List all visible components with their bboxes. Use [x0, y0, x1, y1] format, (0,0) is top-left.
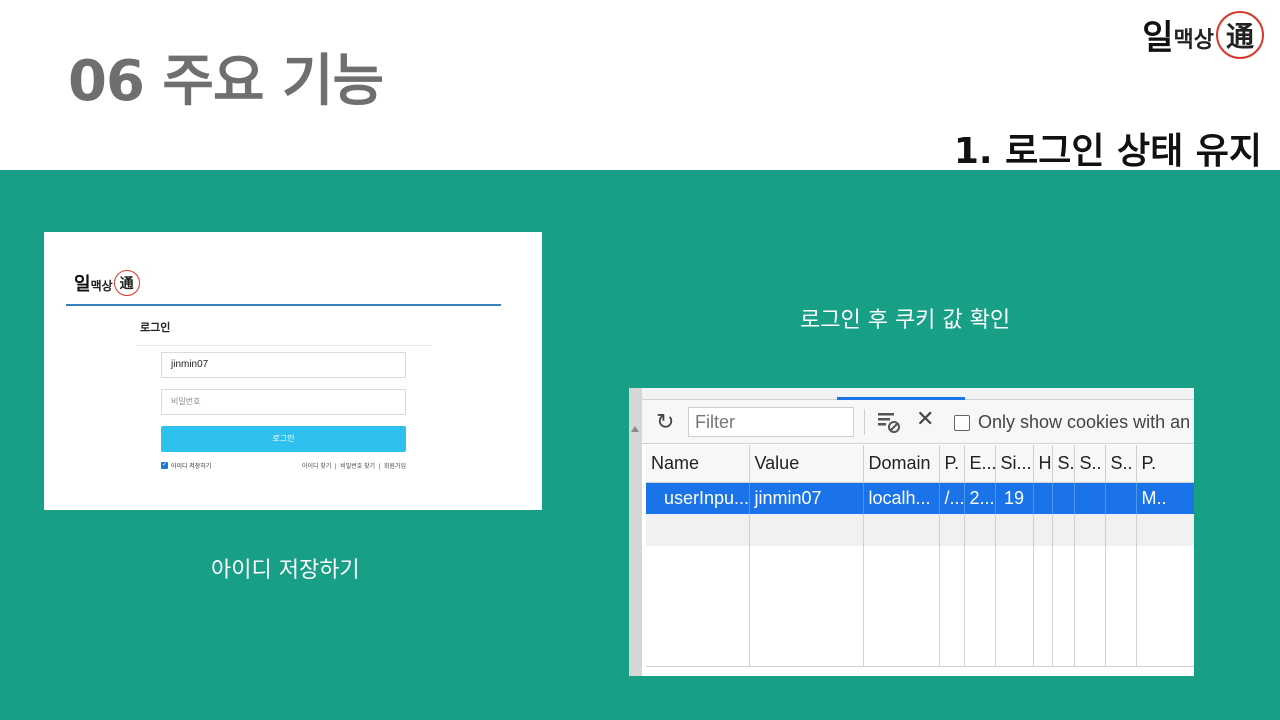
- filter-clear-icon[interactable]: [876, 408, 902, 434]
- column-header[interactable]: Domain: [863, 445, 940, 483]
- close-icon[interactable]: ✕: [916, 406, 934, 432]
- find-password-link[interactable]: 비밀번호 찾기: [340, 464, 375, 470]
- filter-input[interactable]: Filter: [688, 407, 854, 437]
- column-header[interactable]: S..: [1105, 445, 1137, 483]
- id-input[interactable]: jinmin07: [161, 352, 406, 378]
- table-cell[interactable]: [1105, 482, 1137, 514]
- table-cell[interactable]: [1033, 482, 1053, 514]
- table-cell[interactable]: [1074, 482, 1106, 514]
- cookies-table: Name Value Domain P. E... Si... H S.. S.…: [646, 445, 1194, 666]
- remember-id-checkbox[interactable]: ✓ 아이디 저장하기: [161, 461, 211, 470]
- brand-logo: 일 맥상 通: [1142, 10, 1264, 59]
- login-heading: 로그인: [140, 322, 171, 334]
- table-cell[interactable]: jinmin07: [749, 482, 864, 514]
- remember-id-label: 아이디 저장하기: [171, 464, 212, 470]
- login-brand-logo: 일 맥상 通: [74, 270, 140, 296]
- column-header[interactable]: E...: [964, 445, 996, 483]
- column-header[interactable]: P.: [939, 445, 965, 483]
- password-input[interactable]: 비밀번호: [161, 389, 406, 415]
- table-row-empty: [646, 546, 1194, 666]
- link-separator: |: [334, 464, 337, 470]
- table-cell[interactable]: userInpu...: [646, 482, 750, 514]
- link-separator: |: [378, 464, 381, 470]
- column-header[interactable]: Value: [749, 445, 864, 483]
- account-links: 아이디 찾기 | 비밀번호 찾기 | 회원가입: [300, 461, 406, 470]
- only-show-cookies-label: Only show cookies with an: [978, 412, 1191, 432]
- column-header[interactable]: Si...: [995, 445, 1034, 483]
- brand-seal: 通: [1216, 10, 1264, 59]
- table-header-row: Name Value Domain P. E... Si... H S.. S.…: [646, 445, 1194, 483]
- scrollbar[interactable]: [629, 388, 642, 676]
- cookies-toolbar: ↻ Filter ✕ Only show cookies with an: [642, 400, 1194, 444]
- table-cell[interactable]: localh...: [863, 482, 940, 514]
- table-cell[interactable]: /...: [939, 482, 965, 514]
- column-header[interactable]: Name: [646, 445, 750, 483]
- header-rule: [66, 304, 501, 306]
- login-brand-part2: 맥상: [90, 278, 113, 293]
- table-cell[interactable]: 2...: [964, 482, 996, 514]
- column-header[interactable]: P.: [1136, 445, 1194, 483]
- find-id-link[interactable]: 아이디 찾기: [302, 464, 331, 470]
- column-header[interactable]: S..: [1074, 445, 1106, 483]
- slide-title: 06 주요 기능: [68, 49, 384, 114]
- table-footer: [646, 666, 1194, 676]
- table-cell[interactable]: [1052, 482, 1075, 514]
- only-show-cookies-toggle[interactable]: Only show cookies with an: [954, 412, 1190, 433]
- caption-check-cookie: 로그인 후 쿠키 값 확인: [800, 308, 1011, 333]
- column-header[interactable]: S..: [1052, 445, 1075, 483]
- login-button[interactable]: 로그인: [161, 426, 406, 452]
- login-brand-seal: 通: [113, 270, 140, 296]
- login-page-screenshot: 일 맥상 通 로그인 jinmin07 비밀번호 로그인 ✓ 아이디 저장하기 …: [44, 232, 542, 510]
- checkbox-unchecked-icon[interactable]: [954, 414, 970, 431]
- refresh-icon[interactable]: ↻: [656, 409, 674, 435]
- table-row-empty: [646, 514, 1194, 546]
- column-header[interactable]: H: [1033, 445, 1053, 483]
- table-cell[interactable]: M..: [1136, 482, 1194, 514]
- divider: [136, 345, 432, 346]
- devtools-cookies-screenshot: ↻ Filter ✕ Only show cookies with an Nam…: [629, 388, 1194, 676]
- table-cell[interactable]: 19: [995, 482, 1034, 514]
- login-brand-part1: 일: [74, 274, 91, 294]
- brand-logo-part2: 맥상: [1173, 27, 1214, 53]
- devtools-tabbar: [642, 388, 1194, 400]
- section-title: 1. 로그인 상태 유지: [953, 131, 1262, 172]
- brand-logo-part1: 일: [1142, 18, 1174, 58]
- caption-remember-id: 아이디 저장하기: [211, 558, 360, 583]
- toolbar-divider: [864, 409, 865, 435]
- signup-link[interactable]: 회원가입: [384, 464, 406, 470]
- checkbox-checked-icon[interactable]: ✓: [161, 462, 168, 469]
- scroll-up-icon[interactable]: [631, 426, 639, 432]
- table-row[interactable]: userInpu... jinmin07 localh... /... 2...…: [646, 482, 1194, 514]
